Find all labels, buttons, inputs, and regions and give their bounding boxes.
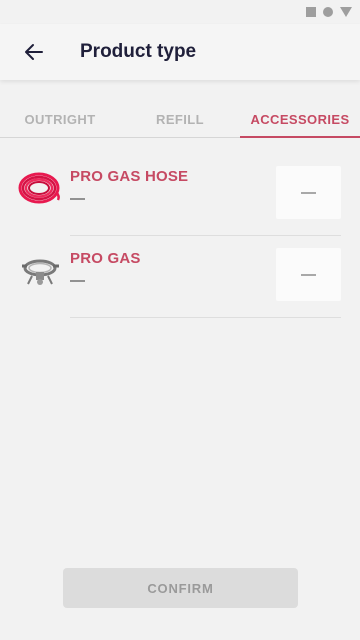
product-item-pro-gas[interactable]: PRO GAS — — (0, 236, 360, 318)
quantity-input[interactable]: — (276, 248, 341, 301)
tab-refill[interactable]: REFILL (120, 100, 240, 138)
quantity-input[interactable]: — (276, 166, 341, 219)
regulator-product-image (22, 259, 59, 285)
product-item-pro-gas-hose[interactable]: PRO GAS HOSE — — (0, 154, 360, 236)
status-bar (0, 0, 360, 24)
app-bar: Product type (0, 24, 360, 80)
product-name: PRO GAS HOSE (70, 168, 189, 185)
product-price: — (70, 272, 85, 289)
product-price: — (70, 190, 85, 207)
product-name: PRO GAS (70, 250, 141, 267)
confirm-button[interactable]: CONFIRM (63, 568, 298, 608)
status-circle-icon (323, 7, 333, 17)
tab-bar: OUTRIGHT REFILL ACCESSORIES (0, 100, 360, 138)
page-title: Product type (80, 41, 197, 62)
active-tab-indicator (240, 136, 360, 138)
tab-outright[interactable]: OUTRIGHT (0, 100, 120, 138)
hose-product-image (18, 172, 60, 204)
tab-accessories[interactable]: ACCESSORIES (240, 100, 360, 138)
status-square-icon (306, 7, 316, 17)
arrow-left-icon (25, 44, 43, 60)
back-button[interactable] (18, 36, 50, 68)
screen: Product type OUTRIGHT REFILL ACCESSORIES… (0, 0, 360, 640)
list-divider (70, 317, 341, 318)
status-triangle-icon (340, 7, 352, 17)
